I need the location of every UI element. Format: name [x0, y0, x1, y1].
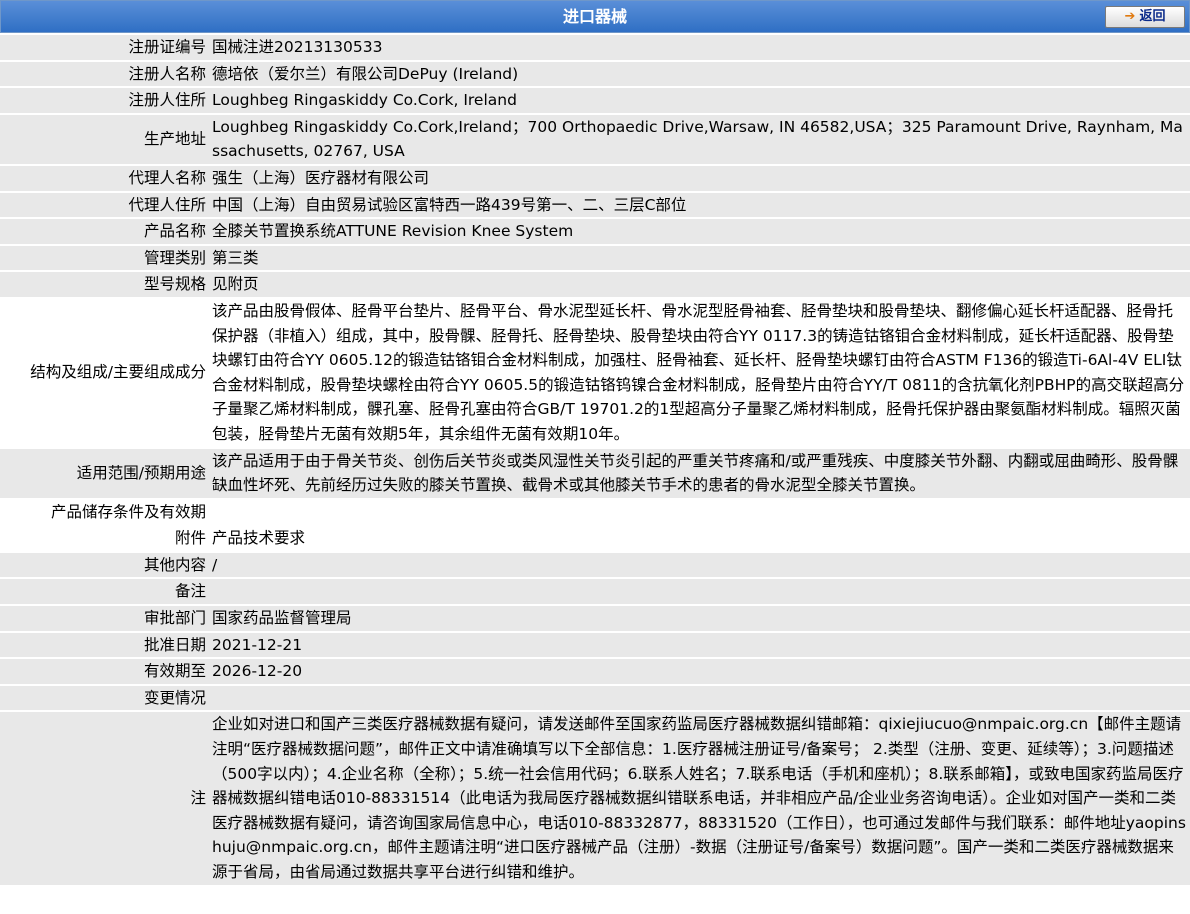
- field-value: 全膝关节置换系统ATTUNE Revision Knee System: [209, 219, 1190, 244]
- row-registration-number: 注册证编号 国械注进20213130533: [0, 35, 1190, 60]
- field-value: 第三类: [209, 245, 1190, 271]
- row-note: 注 企业如对进口和国产三类医疗器械数据有疑问，请发送邮件至国家药监局医疗器械数据…: [0, 712, 1190, 885]
- field-label: 结构及组成/主要组成成分: [0, 298, 209, 447]
- arrow-right-icon: ➔: [1124, 9, 1136, 24]
- row-storage-conditions: 产品储存条件及有效期: [0, 499, 1190, 525]
- detail-table: 注册证编号 国械注进20213130533 注册人名称 德培依（爱尔兰）有限公司…: [0, 33, 1190, 887]
- field-label: 变更情况: [0, 685, 209, 711]
- field-label: 型号规格: [0, 272, 209, 297]
- row-valid-until: 有效期至 2026-12-20: [0, 659, 1190, 684]
- field-label: 审批部门: [0, 606, 209, 631]
- field-label: 适用范围/预期用途: [0, 448, 209, 498]
- field-value: Loughbeg Ringaskiddy Co.Cork,Ireland；700…: [209, 114, 1190, 164]
- note-text: 企业如对进口和国产三类医疗器械数据有疑问，请发送邮件至国家药监局医疗器械数据纠错…: [209, 712, 1190, 885]
- field-value: [209, 685, 1190, 711]
- field-label: 注册人住所: [0, 88, 209, 113]
- field-value: [209, 499, 1190, 525]
- row-attachment: 附件 产品技术要求: [0, 526, 1190, 551]
- back-button[interactable]: ➔ 返回: [1105, 6, 1185, 28]
- row-approval-date: 批准日期 2021-12-21: [0, 632, 1190, 658]
- field-label: 附件: [0, 526, 209, 551]
- field-value: 中国（上海）自由贸易试验区富特西一路439号第一、二、三层C部位: [209, 192, 1190, 218]
- field-label: 注册人名称: [0, 61, 209, 87]
- row-production-address: 生产地址 Loughbeg Ringaskiddy Co.Cork,Irelan…: [0, 114, 1190, 164]
- row-agent-name: 代理人名称 强生（上海）医疗器材有限公司: [0, 165, 1190, 191]
- field-label: 产品名称: [0, 219, 209, 244]
- field-label: 注册证编号: [0, 35, 209, 60]
- field-value: 国械注进20213130533: [209, 35, 1190, 60]
- row-scope-of-use: 适用范围/预期用途 该产品适用于由于骨关节炎、创伤后关节炎或类风湿性关节炎引起的…: [0, 448, 1190, 498]
- field-value: Loughbeg Ringaskiddy Co.Cork, Ireland: [209, 88, 1190, 113]
- page-title: 进口器械: [562, 7, 627, 26]
- field-label: 批准日期: [0, 632, 209, 658]
- page-header: 进口器械 ➔ 返回: [0, 0, 1190, 33]
- row-model-spec: 型号规格 见附页: [0, 272, 1190, 297]
- field-value: 2021-12-21: [209, 632, 1190, 658]
- field-value: 该产品由股骨假体、胫骨平台垫片、胫骨平台、骨水泥型延长杆、骨水泥型胫骨袖套、胫骨…: [209, 298, 1190, 447]
- field-label: 生产地址: [0, 114, 209, 164]
- field-label: 代理人住所: [0, 192, 209, 218]
- row-approval-department: 审批部门 国家药品监督管理局: [0, 606, 1190, 631]
- back-button-label: 返回: [1139, 9, 1166, 24]
- field-label: 产品储存条件及有效期: [0, 499, 209, 525]
- row-agent-address: 代理人住所 中国（上海）自由贸易试验区富特西一路439号第一、二、三层C部位: [0, 192, 1190, 218]
- row-other-content: 其他内容 /: [0, 552, 1190, 578]
- field-value: 该产品适用于由于骨关节炎、创伤后关节炎或类风湿性关节炎引起的严重关节疼痛和/或严…: [209, 448, 1190, 498]
- row-product-name: 产品名称 全膝关节置换系统ATTUNE Revision Knee System: [0, 219, 1190, 244]
- note-label: 注: [0, 712, 209, 885]
- row-registrant-name: 注册人名称 德培依（爱尔兰）有限公司DePuy (Ireland): [0, 61, 1190, 87]
- field-label: 备注: [0, 579, 209, 605]
- row-registrant-address: 注册人住所 Loughbeg Ringaskiddy Co.Cork, Irel…: [0, 88, 1190, 113]
- field-value: 国家药品监督管理局: [209, 606, 1190, 631]
- field-value: /: [209, 552, 1190, 578]
- row-management-category: 管理类别 第三类: [0, 245, 1190, 271]
- row-remarks: 备注: [0, 579, 1190, 605]
- field-value: 见附页: [209, 272, 1190, 297]
- row-structure-composition: 结构及组成/主要组成成分 该产品由股骨假体、胫骨平台垫片、胫骨平台、骨水泥型延长…: [0, 298, 1190, 447]
- field-value: 强生（上海）医疗器材有限公司: [209, 165, 1190, 191]
- field-value: [209, 579, 1190, 605]
- field-label: 管理类别: [0, 245, 209, 271]
- field-label: 有效期至: [0, 659, 209, 684]
- field-value: 德培依（爱尔兰）有限公司DePuy (Ireland): [209, 61, 1190, 87]
- field-value: 产品技术要求: [209, 526, 1190, 551]
- field-label: 其他内容: [0, 552, 209, 578]
- field-label: 代理人名称: [0, 165, 209, 191]
- row-change-info: 变更情况: [0, 685, 1190, 711]
- field-value: 2026-12-20: [209, 659, 1190, 684]
